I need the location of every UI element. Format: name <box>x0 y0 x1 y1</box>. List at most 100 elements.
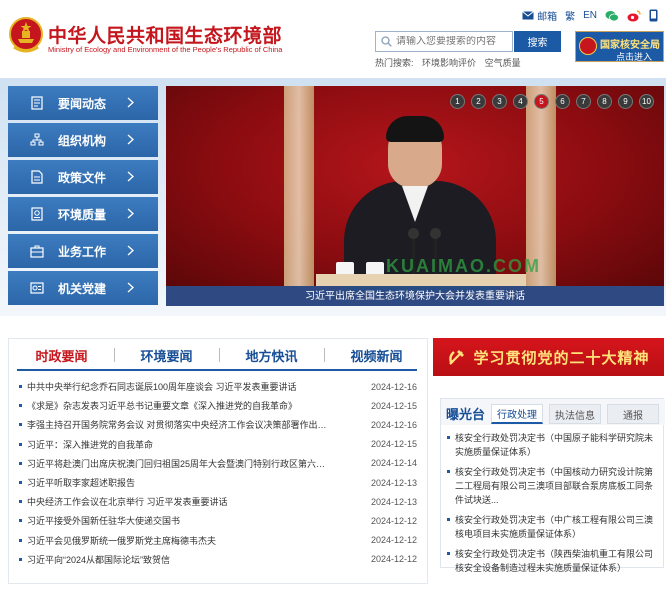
news-date: 2024-12-12 <box>370 535 417 546</box>
news-item[interactable]: 李强主持召开国务院常务会议 对贯彻落实中央经济工作会议决策部署作出安排 2024-… <box>19 415 417 434</box>
exposure-item[interactable]: 核安全行政处罚决定书（中国核动力研究设计院第二工程局有限公司三澳项目部联合泵房底… <box>447 465 659 507</box>
weibo-icon[interactable] <box>627 9 641 22</box>
mail-link[interactable]: 邮箱 <box>522 8 557 23</box>
news-list: 中共中央举行纪念乔石同志诞辰100周年座谈会 习近平发表重要讲话 2024-12-… <box>19 377 417 569</box>
nna-entry-button[interactable]: 国家核安全局 点击进入 <box>575 31 664 62</box>
menu-item-organization[interactable]: 组织机构 <box>8 123 158 157</box>
menu-item-news[interactable]: 要闻动态 <box>8 86 158 120</box>
tab-notice[interactable]: 通报 <box>607 404 659 424</box>
search-button[interactable]: 搜索 <box>514 31 561 52</box>
search-input[interactable] <box>396 36 508 47</box>
bullet-icon <box>19 442 22 446</box>
site-name[interactable]: 中华人民共和国生态环境部 <box>48 21 282 48</box>
news-item[interactable]: 习近平会见俄罗斯统一俄罗斯党主席梅德韦杰夫 2024-12-12 <box>19 531 417 550</box>
menu-item-label: 机关党建 <box>58 281 107 296</box>
bullet-icon <box>19 404 22 408</box>
news-date: 2024-12-16 <box>370 419 417 430</box>
bullet-icon <box>19 481 22 485</box>
exposure-item[interactable]: 核安全行政处罚决定书（中广核工程有限公司三澳核电项目未实施质量保证体系） <box>447 513 659 541</box>
news-item[interactable]: 习近平：深入推进党的自我革命 2024-12-15 <box>19 435 417 454</box>
carousel-page-button[interactable]: 2 <box>471 94 486 109</box>
news-title[interactable]: 习近平：深入推进党的自我革命 <box>27 438 327 451</box>
news-title[interactable]: 习近平听取李家超述职报告 <box>27 476 327 489</box>
news-date: 2024-12-16 <box>370 381 417 392</box>
chevron-right-icon <box>127 171 134 182</box>
news-tabs: 时政要闻 环境要闻 地方快讯 视频新闻 <box>9 339 429 371</box>
carousel-page-button[interactable]: 1 <box>450 94 465 109</box>
menu-item-label: 组织机构 <box>58 133 107 148</box>
news-date: 2024-12-13 <box>370 496 417 507</box>
menu-item-label: 环境质量 <box>58 207 107 222</box>
chevron-right-icon <box>127 208 134 219</box>
bullet-icon <box>19 461 22 465</box>
tab-enforcement[interactable]: 执法信息 <box>549 404 601 424</box>
hot-search-item[interactable]: 环境影响评价 <box>422 58 476 68</box>
news-date: 2024-12-12 <box>370 515 417 526</box>
carousel-page-button[interactable]: 6 <box>555 94 570 109</box>
menu-item-party[interactable]: 机关党建 <box>8 271 158 305</box>
carousel-page-button[interactable]: 5 <box>534 94 549 109</box>
mail-icon <box>522 11 534 20</box>
bullet-icon <box>19 500 22 504</box>
news-title[interactable]: 中央经济工作会议在北京举行 习近平发表重要讲话 <box>27 495 327 508</box>
news-title[interactable]: 习近平会见俄罗斯统一俄罗斯党主席梅德韦杰夫 <box>27 534 327 547</box>
menu-item-label: 业务工作 <box>58 244 107 259</box>
news-title[interactable]: 中共中央举行纪念乔石同志诞辰100周年座谈会 习近平发表重要讲话 <box>27 380 327 393</box>
news-item[interactable]: 习近平接受外国新任驻华大使递交国书 2024-12-12 <box>19 511 417 530</box>
carousel-page-button[interactable]: 3 <box>492 94 507 109</box>
speaker-hair <box>386 116 444 142</box>
quality-icon <box>31 207 43 221</box>
exposure-item[interactable]: 核安全行政处罚决定书（中国原子能科学研究院未实施质量保证体系） <box>447 431 659 459</box>
chevron-right-icon <box>127 282 134 293</box>
menu-item-business[interactable]: 业务工作 <box>8 234 158 268</box>
carousel-caption[interactable]: 习近平出席全国生态环境保护大会并发表重要讲话 <box>166 287 664 302</box>
bullet-icon <box>19 557 22 561</box>
news-item[interactable]: 习近平将赴澳门出席庆祝澳门回归祖国25周年大会暨澳门特别行政区第六届政府就职典礼… <box>19 454 417 473</box>
bullet-icon <box>19 385 22 389</box>
news-item[interactable]: 习近平听取李家超述职报告 2024-12-13 <box>19 473 417 492</box>
carousel-page-button[interactable]: 10 <box>639 94 654 109</box>
carousel-pagination: 1 2 3 4 5 6 7 8 9 10 <box>450 94 654 109</box>
carousel-page-button[interactable]: 9 <box>618 94 633 109</box>
news-title[interactable]: 习近平向“2024从都国际论坛”致贺信 <box>27 553 327 566</box>
tab-environment-news[interactable]: 环境要闻 <box>114 346 219 365</box>
news-title[interactable]: 习近平将赴澳门出席庆祝澳门回归祖国25周年大会暨澳门特别行政区第六届政府就职典礼 <box>27 457 327 470</box>
tab-administrative[interactable]: 行政处理 <box>491 404 543 424</box>
mail-label: 邮箱 <box>537 12 558 23</box>
search-icon <box>376 36 396 47</box>
nna-title: 国家核安全局 <box>600 40 660 51</box>
news-title[interactable]: 《求是》杂志发表习近平总书记重要文章《深入推进党的自我革命》 <box>27 399 327 412</box>
hot-search-label: 热门搜索: <box>375 58 414 68</box>
traditional-link[interactable]: 繁 <box>565 8 575 23</box>
exposure-panel: 曝光台 行政处理 执法信息 通报 核安全行政处罚决定书（中国原子能科学研究院未实… <box>440 398 665 573</box>
org-chart-icon <box>30 133 44 146</box>
bullet-icon <box>19 538 22 542</box>
exposure-title: 曝光台 <box>446 407 486 422</box>
news-item[interactable]: 习近平向“2024从都国际论坛”致贺信 2024-12-12 <box>19 550 417 569</box>
tab-video-news[interactable]: 视频新闻 <box>324 346 429 365</box>
news-item[interactable]: 《求是》杂志发表习近平总书记重要文章《深入推进党的自我革命》 2024-12-15 <box>19 396 417 415</box>
national-emblem-icon[interactable] <box>9 17 43 55</box>
news-item[interactable]: 中共中央举行纪念乔石同志诞辰100周年座谈会 习近平发表重要讲话 2024-12-… <box>19 377 417 396</box>
news-title[interactable]: 李强主持召开国务院常务会议 对贯彻落实中央经济工作会议决策部署作出安排 <box>27 418 327 431</box>
slogan-banner[interactable]: 学习贯彻党的二十大精神 <box>433 338 664 376</box>
news-title[interactable]: 习近平接受外国新任驻华大使递交国书 <box>27 514 327 527</box>
wechat-icon[interactable] <box>605 10 619 22</box>
carousel-page-button[interactable]: 4 <box>513 94 528 109</box>
hero-carousel[interactable]: KUAIMAO.COM 习近平出席全国生态环境保护大会并发表重要讲话 1 2 3… <box>166 86 664 306</box>
tab-underline <box>17 369 417 371</box>
site-name-en: Ministry of Ecology and Environment of t… <box>48 45 283 54</box>
exposure-item[interactable]: 核安全行政处罚决定书（陕西柴油机重工有限公司核安全设备制造过程未实施质量保证体系… <box>447 547 659 575</box>
hot-search-item[interactable]: 空气质量 <box>485 58 521 68</box>
menu-item-policy[interactable]: 政策文件 <box>8 160 158 194</box>
carousel-page-button[interactable]: 8 <box>597 94 612 109</box>
tab-current-affairs[interactable]: 时政要闻 <box>9 346 114 365</box>
english-link[interactable]: EN <box>583 10 597 21</box>
news-item[interactable]: 中央经济工作会议在北京举行 习近平发表重要讲话 2024-12-13 <box>19 492 417 511</box>
menu-item-quality[interactable]: 环境质量 <box>8 197 158 231</box>
watermark-text: KUAIMAO.COM <box>386 256 541 276</box>
mobile-app-icon[interactable] <box>649 9 658 22</box>
carousel-page-button[interactable]: 7 <box>576 94 591 109</box>
top-links: 邮箱 繁 EN <box>522 8 658 23</box>
tab-local-news[interactable]: 地方快讯 <box>219 346 324 365</box>
